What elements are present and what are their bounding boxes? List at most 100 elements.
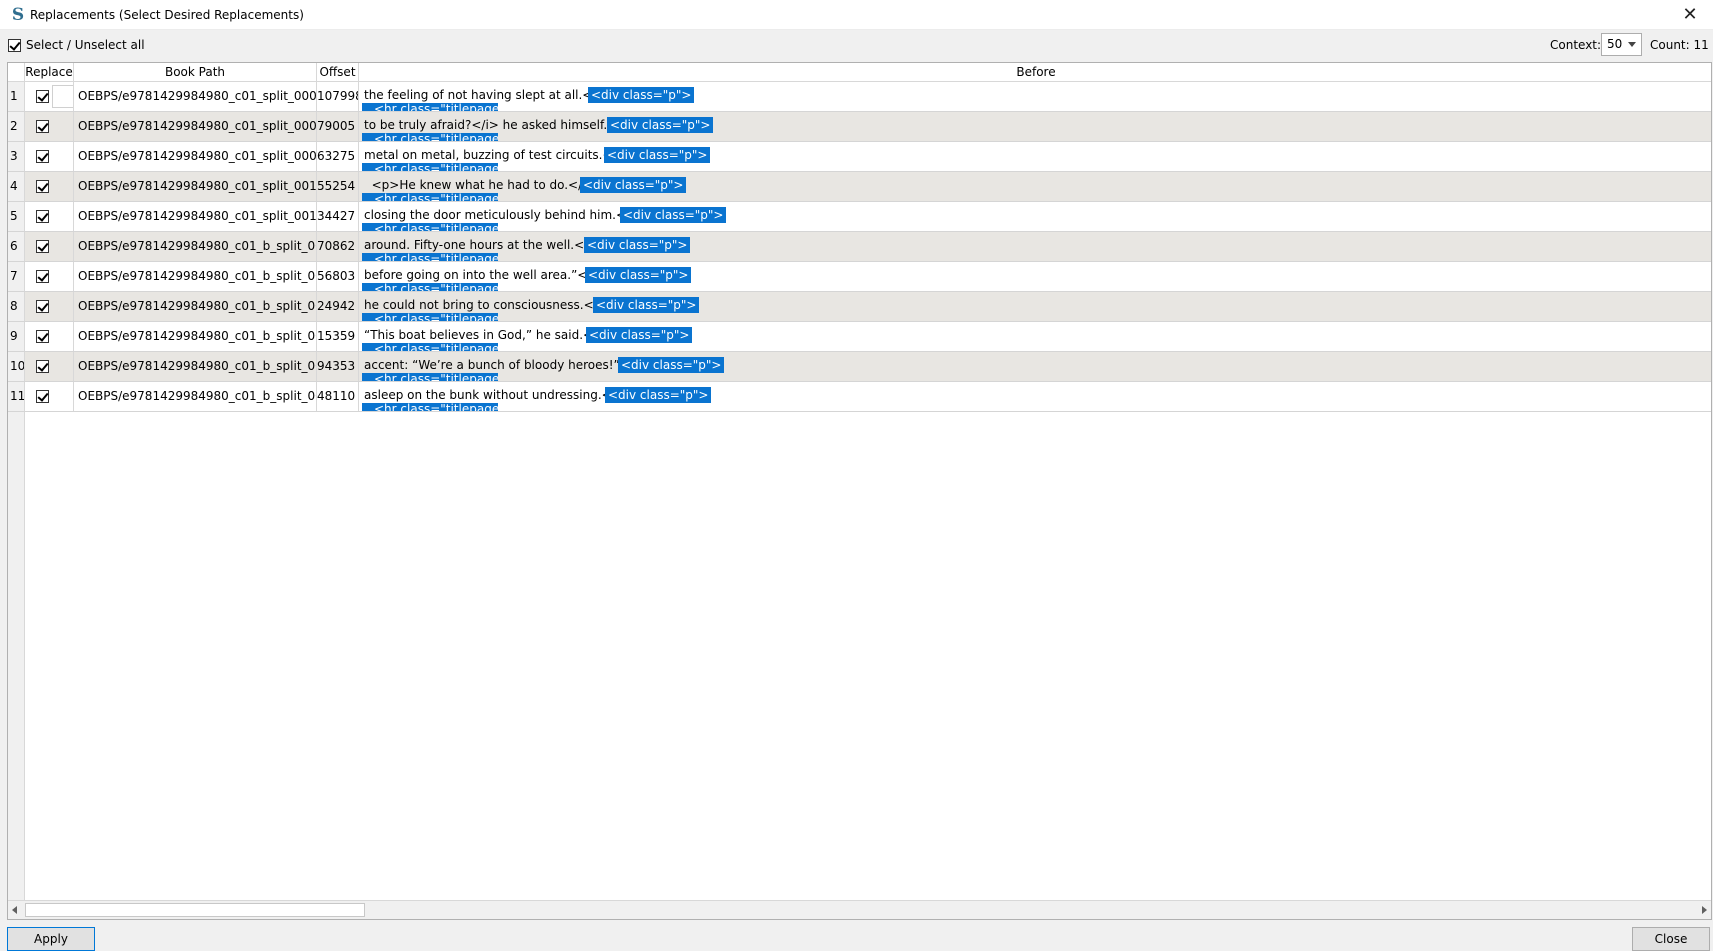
row-number[interactable]: 1 xyxy=(8,82,25,111)
scroll-left-icon[interactable] xyxy=(12,906,17,914)
book-path-cell[interactable]: OEBPS/e9781429984980_c01_split_001.html xyxy=(74,202,317,231)
replace-cell[interactable] xyxy=(25,352,74,381)
offset-cell[interactable]: 34427 xyxy=(317,202,359,231)
header-replace[interactable]: Replace xyxy=(25,63,74,82)
replace-cell[interactable] xyxy=(25,82,74,111)
row-number[interactable]: 5 xyxy=(8,202,25,231)
header-offset[interactable]: Offset xyxy=(317,63,359,82)
offset-cell[interactable]: 94353 xyxy=(317,352,359,381)
row-number[interactable]: 4 xyxy=(8,172,25,201)
before-cell[interactable]: around. Fifty-one hours at the well.</p>… xyxy=(359,232,1711,261)
table-row[interactable]: 3 OEBPS/e9781429984980_c01_split_000.html… xyxy=(8,142,1711,172)
offset-cell[interactable]: 107998 xyxy=(317,82,359,111)
before-text: closing the door meticulously behind him… xyxy=(364,208,648,222)
scroll-right-icon[interactable] xyxy=(1702,906,1707,914)
replace-cell[interactable] xyxy=(25,322,74,351)
title-bar: S Replacements (Select Desired Replaceme… xyxy=(0,0,1713,30)
window-title: Replacements (Select Desired Replacement… xyxy=(30,8,304,22)
replace-cell[interactable] xyxy=(25,262,74,291)
before-cell[interactable]: <p>He knew what he had to do.</p> <div cl… xyxy=(359,172,1711,201)
before-cell[interactable]: he could not bring to consciousness.</p>… xyxy=(359,292,1711,321)
replace-checkbox[interactable] xyxy=(36,120,49,133)
cell-editor[interactable] xyxy=(52,85,73,108)
header-before[interactable]: Before xyxy=(359,63,1711,82)
table-row[interactable]: 8 OEBPS/e9781429984980_c01_b_split_000.ht… xyxy=(8,292,1711,322)
close-button[interactable]: Close xyxy=(1632,927,1710,951)
replace-checkbox[interactable] xyxy=(36,150,49,163)
replace-checkbox[interactable] xyxy=(36,330,49,343)
replace-checkbox[interactable] xyxy=(36,300,49,313)
replace-checkbox[interactable] xyxy=(36,180,49,193)
replace-checkbox[interactable] xyxy=(36,360,49,373)
row-number[interactable]: 3 xyxy=(8,142,25,171)
offset-cell[interactable]: 63275 xyxy=(317,142,359,171)
offset-cell[interactable]: 48110 xyxy=(317,382,359,411)
offset-cell[interactable]: 15359 xyxy=(317,322,359,351)
replace-cell[interactable] xyxy=(25,232,74,261)
replace-checkbox[interactable] xyxy=(36,270,49,283)
replace-checkbox[interactable] xyxy=(36,240,49,253)
before-highlight-next-line: <hr class="titlepage"/> xyxy=(362,283,498,291)
before-cell[interactable]: before going on into the well area.”</p>… xyxy=(359,262,1711,291)
offset-cell[interactable]: 24942 xyxy=(317,292,359,321)
table-row[interactable]: 4 OEBPS/e9781429984980_c01_split_001.html… xyxy=(8,172,1711,202)
replace-checkbox[interactable] xyxy=(36,210,49,223)
header-book-path[interactable]: Book Path xyxy=(74,63,317,82)
offset-cell[interactable]: 70862 xyxy=(317,232,359,261)
before-cell[interactable]: closing the door meticulously behind him… xyxy=(359,202,1711,231)
before-highlight-next-line: <hr class="titlepage"/> xyxy=(362,343,498,351)
row-number[interactable]: 11 xyxy=(8,382,25,411)
scrollbar-thumb[interactable] xyxy=(25,903,365,917)
book-path-cell[interactable]: OEBPS/e9781429984980_c01_split_000.html xyxy=(74,112,317,141)
table-row[interactable]: 7 OEBPS/e9781429984980_c01_b_split_000.ht… xyxy=(8,262,1711,292)
book-path-cell[interactable]: OEBPS/e9781429984980_c01_split_000.html xyxy=(74,82,317,111)
row-number[interactable]: 10 xyxy=(8,352,25,381)
replace-cell[interactable] xyxy=(25,142,74,171)
checkbox-checked-icon[interactable] xyxy=(8,38,21,52)
book-path-cell[interactable]: OEBPS/e9781429984980_c01_b_split_001.htm… xyxy=(74,352,317,381)
replace-checkbox[interactable] xyxy=(36,90,49,103)
replace-cell[interactable] xyxy=(25,202,74,231)
context-select[interactable]: 50 xyxy=(1601,33,1642,56)
before-cell[interactable]: to be truly afraid?</i> he asked himself… xyxy=(359,112,1711,141)
apply-changes-button[interactable]: Apply Changes xyxy=(7,927,95,951)
row-number[interactable]: 7 xyxy=(8,262,25,291)
offset-cell[interactable]: 79005 xyxy=(317,112,359,141)
before-cell[interactable]: accent: “We’re a bunch of bloody heroes!… xyxy=(359,352,1711,381)
before-cell[interactable]: asleep on the bunk without undressing.</… xyxy=(359,382,1711,411)
replace-checkbox[interactable] xyxy=(36,390,49,403)
row-number[interactable]: 9 xyxy=(8,322,25,351)
book-path-cell[interactable]: OEBPS/e9781429984980_c01_b_split_000.htm… xyxy=(74,232,317,261)
sigil-s-icon: S xyxy=(11,5,25,25)
table-row[interactable]: 10 OEBPS/e9781429984980_c01_b_split_001.h… xyxy=(8,352,1711,382)
replace-cell[interactable] xyxy=(25,382,74,411)
table-row[interactable]: 6 OEBPS/e9781429984980_c01_b_split_000.ht… xyxy=(8,232,1711,262)
table-row[interactable]: 5 OEBPS/e9781429984980_c01_split_001.html… xyxy=(8,202,1711,232)
row-number[interactable]: 8 xyxy=(8,292,25,321)
replace-cell[interactable] xyxy=(25,112,74,141)
replace-cell[interactable] xyxy=(25,172,74,201)
book-path-cell[interactable]: OEBPS/e9781429984980_c01_b_split_000.htm… xyxy=(74,292,317,321)
window-close-icon[interactable]: ✕ xyxy=(1667,0,1713,30)
table-row[interactable]: 9 OEBPS/e9781429984980_c01_b_split_000.ht… xyxy=(8,322,1711,352)
book-path-cell[interactable]: OEBPS/e9781429984980_c01_b_split_001.htm… xyxy=(74,382,317,411)
before-cell[interactable]: “This boat believes in God,” he said.</p… xyxy=(359,322,1711,351)
book-path-cell[interactable]: OEBPS/e9781429984980_c01_b_split_000.htm… xyxy=(74,262,317,291)
replacements-table[interactable]: Replace Book Path Offset Before 1 OEBPS/e… xyxy=(7,62,1712,920)
table-row[interactable]: 11 OEBPS/e9781429984980_c01_b_split_001.h… xyxy=(8,382,1711,412)
row-number[interactable]: 2 xyxy=(8,112,25,141)
row-number[interactable]: 6 xyxy=(8,232,25,261)
replace-cell[interactable] xyxy=(25,292,74,321)
before-cell[interactable]: metal on metal, buzzing of test circuits… xyxy=(359,142,1711,171)
book-path-cell[interactable]: OEBPS/e9781429984980_c01_b_split_000.htm… xyxy=(74,322,317,351)
table-row[interactable]: 2 OEBPS/e9781429984980_c01_split_000.html… xyxy=(8,112,1711,142)
offset-cell[interactable]: 56803 xyxy=(317,262,359,291)
horizontal-scrollbar[interactable] xyxy=(8,900,1711,919)
table-row[interactable]: 1 OEBPS/e9781429984980_c01_split_000.html… xyxy=(8,82,1711,112)
before-cell[interactable]: the feeling of not having slept at all.<… xyxy=(359,82,1711,111)
context-value: 50 xyxy=(1607,37,1623,51)
select-all-checkbox[interactable]: Select / Unselect all xyxy=(8,37,145,53)
offset-cell[interactable]: 55254 xyxy=(317,172,359,201)
book-path-cell[interactable]: OEBPS/e9781429984980_c01_split_001.html xyxy=(74,172,317,201)
book-path-cell[interactable]: OEBPS/e9781429984980_c01_split_000.html xyxy=(74,142,317,171)
